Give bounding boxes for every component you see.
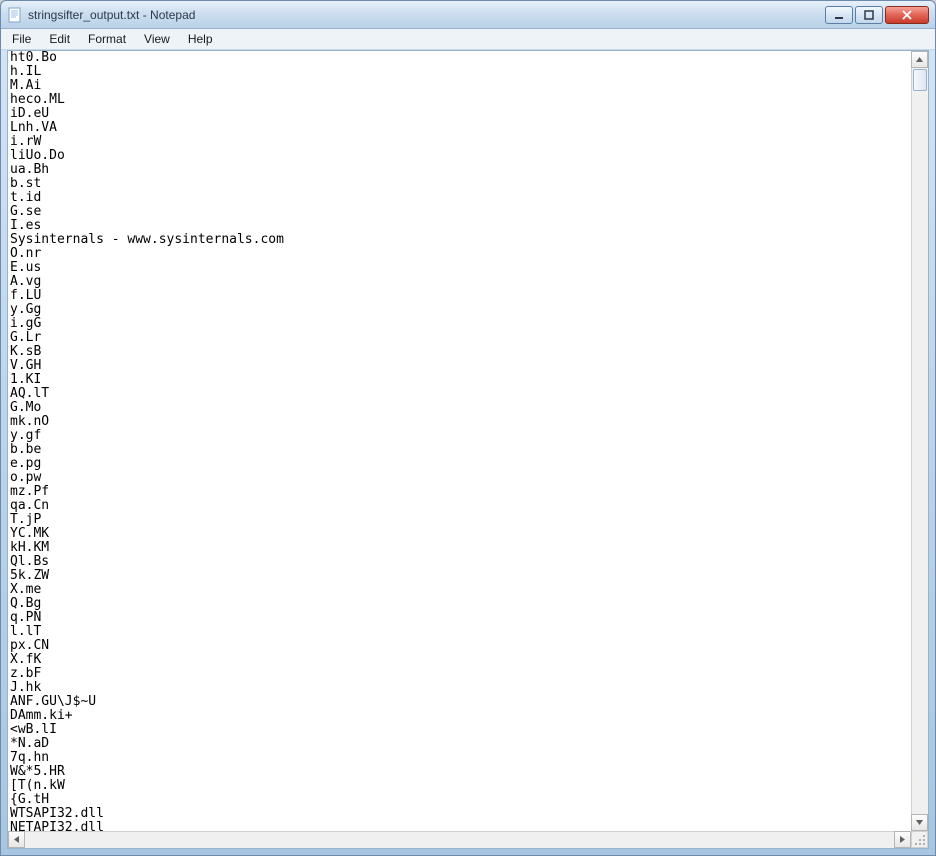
scroll-left-arrow-icon[interactable]	[8, 831, 25, 848]
menu-edit[interactable]: Edit	[40, 29, 79, 49]
vertical-scrollbar[interactable]	[911, 51, 928, 831]
menu-help[interactable]: Help	[179, 29, 222, 49]
menubar: File Edit Format View Help	[1, 29, 935, 50]
client-area: ht0.Bo h.IL M.Ai heco.ML iD.eU Lnh.VA i.…	[7, 50, 929, 849]
maximize-button[interactable]	[855, 6, 883, 24]
editor-wrap: ht0.Bo h.IL M.Ai heco.ML iD.eU Lnh.VA i.…	[8, 51, 928, 831]
menu-format[interactable]: Format	[79, 29, 135, 49]
text-editor[interactable]: ht0.Bo h.IL M.Ai heco.ML iD.eU Lnh.VA i.…	[8, 51, 911, 831]
window-title: stringsifter_output.txt - Notepad	[28, 8, 825, 22]
menu-view[interactable]: View	[135, 29, 179, 49]
close-button[interactable]	[885, 6, 929, 24]
resize-grip-icon[interactable]	[911, 831, 928, 848]
scroll-right-arrow-icon[interactable]	[894, 831, 911, 848]
minimize-button[interactable]	[825, 6, 853, 24]
menu-file[interactable]: File	[3, 29, 40, 49]
scroll-up-arrow-icon[interactable]	[911, 51, 928, 68]
horizontal-scrollbar[interactable]	[8, 831, 928, 848]
titlebar[interactable]: stringsifter_output.txt - Notepad	[1, 1, 935, 29]
notepad-icon	[7, 7, 23, 23]
window-controls	[825, 6, 929, 24]
notepad-window: stringsifter_output.txt - Notepad File E…	[0, 0, 936, 856]
vertical-scroll-thumb[interactable]	[913, 69, 927, 91]
scroll-down-arrow-icon[interactable]	[911, 814, 928, 831]
